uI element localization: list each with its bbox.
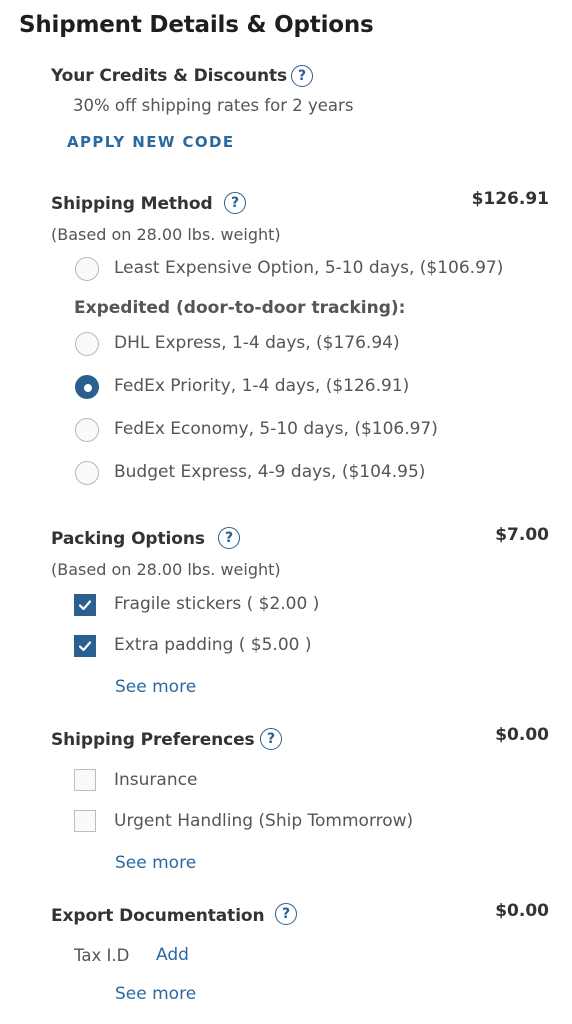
radio-fedex-priority[interactable]: [75, 375, 99, 399]
option-label-budget-express: Budget Express, 4-9 days, ($104.95): [114, 462, 426, 482]
checkbox-fragile-stickers[interactable]: [74, 594, 96, 616]
packing-options-title: Packing Options: [51, 529, 205, 549]
shipping-method-help-icon[interactable]: ?: [224, 192, 246, 214]
option-label-dhl-express: DHL Express, 1-4 days, ($176.94): [114, 333, 400, 353]
radio-fedex-economy[interactable]: [75, 418, 99, 442]
option-label-fragile-stickers: Fragile stickers ( $2.00 ): [114, 594, 320, 614]
option-label-fedex-economy: FedEx Economy, 5-10 days, ($106.97): [114, 419, 438, 439]
checkbox-urgent-handling[interactable]: [74, 810, 96, 832]
export-documentation-price: $0.00: [495, 901, 549, 921]
radio-dhl-express[interactable]: [75, 332, 99, 356]
packing-weight-note: (Based on 28.00 lbs. weight): [51, 560, 281, 579]
credits-description: 30% off shipping rates for 2 years: [73, 96, 354, 115]
checkbox-insurance[interactable]: [74, 769, 96, 791]
radio-least-expensive[interactable]: [75, 257, 99, 281]
shipping-preferences-price: $0.00: [495, 725, 549, 745]
checkmark-icon: [78, 641, 92, 652]
shipping-preferences-help-icon[interactable]: ?: [260, 728, 282, 750]
shipping-method-weight-note: (Based on 28.00 lbs. weight): [51, 225, 281, 244]
checkbox-extra-padding[interactable]: [74, 635, 96, 657]
packing-options-price: $7.00: [495, 525, 549, 545]
expedited-heading: Expedited (door-to-door tracking):: [74, 298, 406, 318]
option-label-fedex-priority: FedEx Priority, 1-4 days, ($126.91): [114, 376, 410, 396]
option-label-insurance: Insurance: [114, 770, 198, 790]
apply-new-code-link[interactable]: APPLY NEW CODE: [67, 133, 235, 151]
credits-title: Your Credits & Discounts: [51, 66, 287, 86]
shipping-preferences-title: Shipping Preferences: [51, 730, 255, 750]
option-label-least-expensive: Least Expensive Option, 5-10 days, ($106…: [114, 258, 504, 278]
page-title: Shipment Details & Options: [19, 12, 374, 38]
export-documentation-title: Export Documentation: [51, 906, 265, 926]
checkmark-icon: [78, 600, 92, 611]
export-see-more-link[interactable]: See more: [115, 984, 196, 1004]
radio-budget-express[interactable]: [75, 461, 99, 485]
add-tax-id-link[interactable]: Add: [156, 945, 189, 965]
option-label-urgent-handling: Urgent Handling (Ship Tommorrow): [114, 811, 414, 831]
packing-see-more-link[interactable]: See more: [115, 677, 196, 697]
option-label-extra-padding: Extra padding ( $5.00 ): [114, 635, 312, 655]
credits-help-icon[interactable]: ?: [291, 65, 313, 87]
preferences-see-more-link[interactable]: See more: [115, 853, 196, 873]
tax-id-label: Tax I.D: [74, 946, 130, 965]
shipping-method-price: $126.91: [471, 189, 549, 209]
packing-options-help-icon[interactable]: ?: [218, 527, 240, 549]
export-documentation-help-icon[interactable]: ?: [275, 903, 297, 925]
shipping-method-title: Shipping Method: [51, 194, 213, 214]
